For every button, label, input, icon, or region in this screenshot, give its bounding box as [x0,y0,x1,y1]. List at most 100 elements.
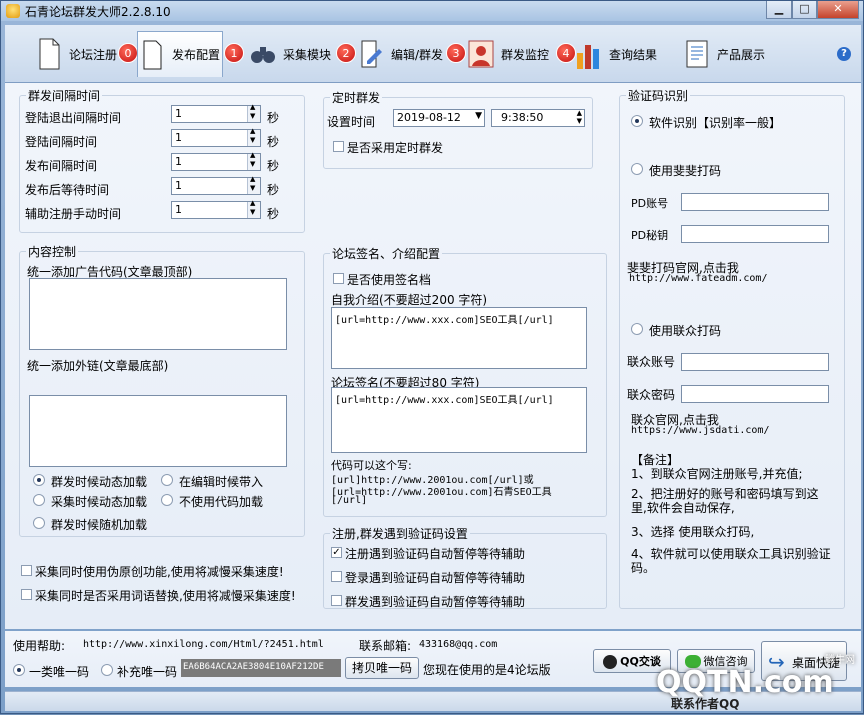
software-recognition-radio[interactable] [631,115,643,127]
copy-code-button[interactable]: 拷贝唯一码 [345,657,419,679]
use-schedule-label: 是否采用定时群发 [347,141,444,155]
spinner-arrows-icon[interactable] [247,175,260,194]
option-label: 群发时候随机加载 [51,518,148,532]
lz-password-label: 联众密码 [627,388,676,402]
unique-type2-label: 补充唯一码 [117,665,178,679]
load-dynamic-publish-radio[interactable] [33,474,45,486]
help-icon[interactable]: ? [837,47,851,61]
word-replace-label: 采集同时是否采用词语替换,使用将减慢采集速度! [35,589,296,603]
tab-query-results[interactable]: 查询结果 [575,31,657,77]
note-line: 4、软件就可以使用联众工具识别验证码。 [631,547,831,575]
word-replace-checkbox[interactable] [21,589,32,600]
external-link-textarea[interactable] [29,395,287,467]
load-on-edit-radio[interactable] [161,474,173,486]
note-line: 1、到联众官网注册账号,并充值; [631,467,803,481]
no-code-load-radio[interactable] [161,494,173,506]
fatea-radio[interactable] [631,163,643,175]
load-dynamic-collect-radio[interactable] [33,494,45,506]
unit-label: 秒 [267,159,280,173]
ad-code-textarea[interactable] [29,278,287,350]
watermark-logo: QQTN.com 腾牛网 [656,655,855,700]
qq-icon [603,654,618,669]
captcha-option-label: 群发遇到验证码自动暂停等待辅助 [345,595,526,609]
captcha-option-label: 登录遇到验证码自动暂停等待辅助 [345,571,526,585]
use-schedule-checkbox[interactable] [333,141,344,152]
main-toolbar: 论坛注册 0 发布配置 1 采集模块 2 编辑/群发 3 群发监控 4 查询结果… [5,25,861,83]
pseudo-original-label: 采集同时使用伪原创功能,使用将减慢采集速度! [35,565,284,579]
external-link-label: 统一添加外链(文章最底部) [27,359,169,373]
load-random-radio[interactable] [33,517,45,529]
tab-publish-config[interactable]: 发布配置 [137,31,223,77]
minimize-button[interactable]: ▁ [766,1,792,19]
spinner-arrows-icon[interactable]: ▲ ▼ [577,109,582,125]
lz-password-input[interactable] [681,385,829,403]
step-badge-0: 0 [118,43,138,63]
schedule-time-input[interactable]: 9:38:50 ▲ ▼ [491,109,585,127]
interval-label: 发布后等待时间 [25,183,110,197]
pd-key-label: PD秘钥 [631,229,669,242]
help-label: 使用帮助: [13,639,66,653]
unit-label: 秒 [267,183,280,197]
interval-input[interactable]: 1 [171,103,261,123]
interval-input[interactable]: 1 [171,175,261,195]
interval-input[interactable]: 1 [171,199,261,219]
user-monitor-icon [467,37,495,71]
unique-type2-radio[interactable] [101,664,113,676]
interval-input[interactable]: 1 [171,127,261,147]
lz-account-label: 联众账号 [627,355,676,369]
spinner-arrows-icon[interactable] [247,103,260,122]
tab-publish-monitor[interactable]: 群发监控 [467,31,549,77]
tab-label: 产品展示 [717,47,766,62]
lz-account-input[interactable] [681,353,829,371]
lianzhong-radio[interactable] [631,323,643,335]
document-icon [35,37,63,71]
intro-textarea[interactable]: [url=http://www.xxx.com]SEO工具[/url] [331,307,587,369]
use-signature-label: 是否使用签名档 [347,273,432,287]
software-recognition-label: 软件识别【识别率一般】 [649,116,782,130]
publish-captcha-checkbox[interactable] [331,595,342,606]
register-captcha-checkbox[interactable]: ✓ [331,547,342,558]
login-captcha-checkbox[interactable] [331,571,342,582]
captcha-option-label: 注册遇到验证码自动暂停等待辅助 [345,547,526,561]
fatea-url[interactable]: http://www.fateadm.com/ [629,273,767,284]
fatea-label: 使用斐斐打码 [649,164,722,178]
tab-product-showcase[interactable]: 产品展示 [683,31,765,77]
schedule-time-label: 设置时间 [327,115,376,129]
unique-code-field[interactable]: EA6B64ACA2AE3804E10AF212DE [181,659,341,677]
schedule-group-title: 定时群发 [332,91,381,105]
schedule-date-picker[interactable]: 2019-08-12 ▼ [393,109,485,127]
maximize-button[interactable]: □ [792,1,817,19]
lz-url[interactable]: https://www.jsdati.com/ [631,425,769,436]
unique-type1-label: 一类唯一码 [29,665,90,679]
spinner-arrows-icon[interactable] [247,127,260,146]
spinner-arrows-icon[interactable] [247,151,260,170]
pd-account-input[interactable] [681,193,829,211]
email-value: 433168@qq.com [419,639,498,650]
intro-label: 自我介绍(不要超过200 字符) [331,293,488,307]
pd-key-input[interactable] [681,225,829,243]
signature-textarea[interactable]: [url=http://www.xxx.com]SEO工具[/url] [331,387,587,453]
tab-collect-module[interactable]: 采集模块 [249,31,331,77]
step-badge-3: 3 [446,43,466,63]
lianzhong-label: 使用联众打码 [649,324,722,338]
tab-forum-register[interactable]: 论坛注册 [35,31,117,77]
interval-input[interactable]: 1 [171,151,261,171]
step-badge-2: 2 [336,43,356,63]
interval-label: 登陆退出间隔时间 [25,111,122,125]
interval-group-title: 群发间隔时间 [28,89,101,103]
pseudo-original-checkbox[interactable] [21,565,32,576]
interval-label: 辅助注册手动时间 [25,207,122,221]
tab-label: 查询结果 [609,47,658,62]
unique-type1-radio[interactable] [13,664,25,676]
help-url-link[interactable]: http://www.xinxilong.com/Html/?2451.html [83,639,324,650]
step-badge-1: 1 [224,43,244,63]
dropdown-arrow-icon[interactable]: ▼ [475,111,482,121]
spinner-arrows-icon[interactable] [247,199,260,218]
window-title: 石青论坛群发大师2.2.8.10 [25,5,171,19]
use-signature-checkbox[interactable] [333,273,344,284]
close-button[interactable]: ✕ [817,1,859,19]
tab-edit-publish[interactable]: 编辑/群发 [357,31,443,77]
tab-label: 论坛注册 [69,47,118,62]
note-line: 3、选择 使用联众打码, [631,525,755,539]
unit-label: 秒 [267,111,280,125]
